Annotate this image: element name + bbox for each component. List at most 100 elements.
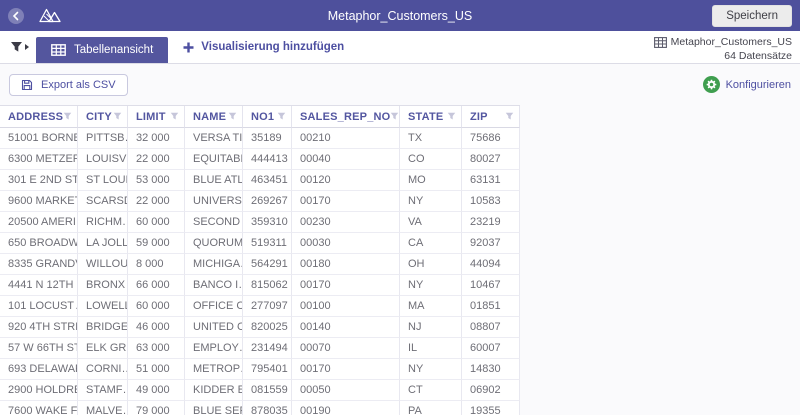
table-cell: PITTSB… <box>78 128 128 149</box>
table-cell: NY <box>400 275 462 296</box>
table-cell: 10467 <box>462 275 520 296</box>
dataset-info: Metaphor_Customers_US 64 Datensätze <box>653 31 800 63</box>
table-cell: 66 000 <box>128 275 185 296</box>
filter-icon[interactable] <box>228 112 237 121</box>
table-cell: 60 000 <box>128 212 185 233</box>
page-title: Metaphor_Customers_US <box>327 8 473 23</box>
table-cell: 60 000 <box>128 296 185 317</box>
column-header-limit[interactable]: LIMIT <box>128 106 185 128</box>
table-cell: 60007 <box>462 338 520 359</box>
table-cell: UNIVERSI… <box>185 191 243 212</box>
toolbar: Export als CSV Konfigurieren <box>0 64 800 105</box>
table-cell: 00170 <box>292 275 400 296</box>
data-table: ADDRESS CITY LIMIT NAME NO1 SALES_REP_NO STATE… <box>0 105 520 415</box>
table-cell: LOUISVI… <box>78 149 128 170</box>
table-cell: STAMF… <box>78 380 128 401</box>
table-cell: 00120 <box>292 170 400 191</box>
table-cell: 10583 <box>462 191 520 212</box>
add-visualization-label: Visualisierung hinzufügen <box>201 41 345 53</box>
table-row: 6300 METZER…LOUISVI…22 000EQUITABL…44441… <box>0 149 520 170</box>
table-cell: 59 000 <box>128 233 185 254</box>
filter-icon[interactable] <box>505 112 514 121</box>
tab-table-view-label: Tabellenansicht <box>74 44 154 56</box>
app-logo-icon[interactable] <box>37 7 64 24</box>
column-header-city[interactable]: CITY <box>78 106 128 128</box>
tab-table-view[interactable]: Tabellenansicht <box>36 37 169 63</box>
column-header-zip[interactable]: ZIP <box>462 106 520 128</box>
table-row: 8335 GRANDV…WILLOU…8 000MICHIGA…56429100… <box>0 254 520 275</box>
table-cell: NJ <box>400 317 462 338</box>
filter-icon[interactable] <box>390 112 399 121</box>
table-cell: MALVE… <box>78 401 128 415</box>
table-cell: CO <box>400 149 462 170</box>
configure-label: Konfigurieren <box>725 78 791 91</box>
table-cell: MICHIGA… <box>185 254 243 275</box>
filter-toggle[interactable] <box>0 41 36 53</box>
table-cell: EMPLOY… <box>185 338 243 359</box>
column-label: NAME <box>193 110 227 123</box>
table-row: 57 W 66TH STELK GR…63 000EMPLOY…23149400… <box>0 338 520 359</box>
table-cell: 35189 <box>243 128 292 149</box>
table-cell: 00050 <box>292 380 400 401</box>
record-count: 64 Datensätze <box>724 50 792 62</box>
add-visualization-button[interactable]: Visualisierung hinzufügen <box>183 41 344 53</box>
filter-icon[interactable] <box>113 112 122 121</box>
tabbar: Tabellenansicht Visualisierung hinzufüge… <box>0 31 800 64</box>
table-cell: 23219 <box>462 212 520 233</box>
save-button[interactable]: Speichern <box>712 4 792 27</box>
configure-button[interactable]: Konfigurieren <box>702 76 791 93</box>
filter-icon[interactable] <box>170 112 179 121</box>
back-button[interactable] <box>8 7 24 24</box>
table-cell: ST LOUIS <box>78 170 128 191</box>
table-cell: 00170 <box>292 359 400 380</box>
table-cell: 359310 <box>243 212 292 233</box>
table-cell: 277097 <box>243 296 292 317</box>
table-cell: 00040 <box>292 149 400 170</box>
column-label: NO1 <box>251 110 275 123</box>
table-cell: IL <box>400 338 462 359</box>
table-row: 301 E 2ND STST LOUIS53 000BLUE ATL…46345… <box>0 170 520 191</box>
column-label: CITY <box>86 110 112 123</box>
table-cell: OFFICE C… <box>185 296 243 317</box>
filter-funnel-icon <box>11 42 22 52</box>
table-cell: 820025 <box>243 317 292 338</box>
table-row: 7600 WAKE F…MALVE…79 000BLUE SER…8780350… <box>0 401 520 415</box>
table-cell: 63131 <box>462 170 520 191</box>
table-cell: PA <box>400 401 462 415</box>
column-header-address[interactable]: ADDRESS <box>0 106 78 128</box>
table-cell: BRONX <box>78 275 128 296</box>
table-cell: 63 000 <box>128 338 185 359</box>
table-header-row: ADDRESS CITY LIMIT NAME NO1 SALES_REP_NO STATE… <box>0 106 520 128</box>
table-cell: 8335 GRANDV… <box>0 254 78 275</box>
table-cell: 44094 <box>462 254 520 275</box>
column-header-no1[interactable]: NO1 <box>243 106 292 128</box>
filter-icon[interactable] <box>447 112 456 121</box>
table-cell: 6300 METZER… <box>0 149 78 170</box>
dataset-name-row: Metaphor_Customers_US <box>653 35 792 49</box>
export-csv-button[interactable]: Export als CSV <box>9 73 128 96</box>
table-cell: WILLOU… <box>78 254 128 275</box>
table-cell: 80027 <box>462 149 520 170</box>
plus-icon <box>183 42 194 52</box>
table-row: 650 BROADW…LA JOLLA59 000QUORUM …5193110… <box>0 233 520 254</box>
filter-icon[interactable] <box>277 112 286 121</box>
column-header-name[interactable]: NAME <box>185 106 243 128</box>
table-cell: 101 LOCUST A… <box>0 296 78 317</box>
table-cell: 9600 MARKET … <box>0 191 78 212</box>
table-row: 4441 N 12TH STBRONX66 000BANCO I…8150620… <box>0 275 520 296</box>
table-cell: 650 BROADW… <box>0 233 78 254</box>
table-cell: 564291 <box>243 254 292 275</box>
table-cell: 75686 <box>462 128 520 149</box>
column-header-state[interactable]: STATE <box>400 106 462 128</box>
filter-icon[interactable] <box>63 112 72 121</box>
column-header-sales_rep_no[interactable]: SALES_REP_NO <box>292 106 400 128</box>
table-cell: TX <box>400 128 462 149</box>
table-cell: RICHM… <box>78 212 128 233</box>
table-cell: 51 000 <box>128 359 185 380</box>
table-cell: 00100 <box>292 296 400 317</box>
table-cell: QUORUM … <box>185 233 243 254</box>
gear-icon <box>702 76 720 93</box>
table-cell: CA <box>400 233 462 254</box>
table-cell: 46 000 <box>128 317 185 338</box>
table-cell: 519311 <box>243 233 292 254</box>
